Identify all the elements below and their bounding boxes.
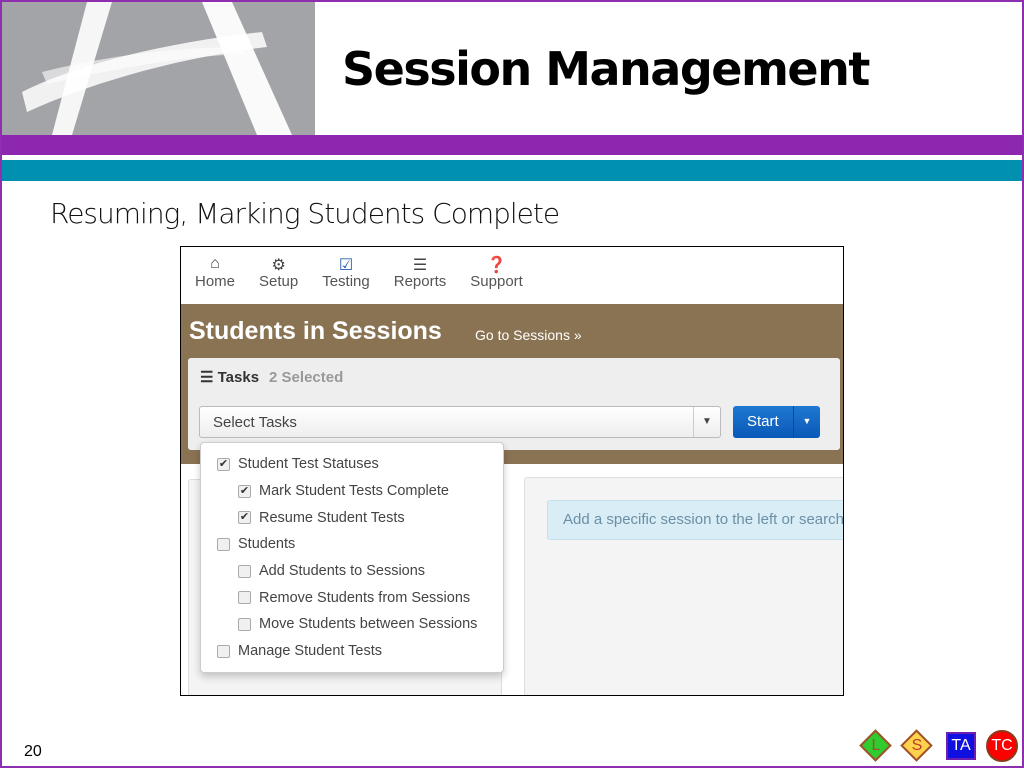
badge-label: TC (991, 737, 1013, 754)
badge-l: L (858, 728, 894, 764)
checkbox-icon[interactable] (217, 537, 230, 551)
badge-tc: TC (986, 730, 1018, 762)
page-heading: Students in Sessions (189, 317, 442, 345)
nav-label: Setup (259, 273, 299, 290)
select-placeholder: Select Tasks (213, 414, 297, 431)
checkbox-icon[interactable] (238, 591, 251, 605)
nav-label: Testing (322, 273, 370, 290)
checkbox-checked-icon[interactable]: ✔ (217, 457, 230, 471)
nav-testing[interactable]: ☑ Testing (322, 255, 370, 304)
task-option-label: Manage Student Tests (238, 643, 383, 660)
top-nav: ⌂ Home ⚙ Setup ☑ Testing ☰ Reports ❓ Support (181, 247, 843, 304)
task-option-label: Add Students to Sessions (259, 563, 426, 580)
info-message: Add a specific session to the left or se… (547, 500, 843, 540)
list-icon: ☰ (200, 369, 218, 386)
task-option-label: Move Students between Sessions (259, 616, 478, 633)
checkbox-icon[interactable] (238, 564, 251, 578)
app-screenshot: ⌂ Home ⚙ Setup ☑ Testing ☰ Reports ❓ Support … (180, 246, 844, 696)
task-option[interactable]: ✔ Resume Student Tests (201, 504, 503, 531)
home-icon: ⌂ (210, 255, 220, 272)
slide-subtitle: Resuming, Marking Students Complete (50, 197, 560, 230)
task-option-label: Students (238, 536, 296, 553)
checkbox-icon[interactable] (217, 644, 230, 658)
checkbox-checked-icon[interactable]: ✔ (238, 484, 251, 498)
nav-label: Reports (393, 273, 447, 290)
selected-count: 2 Selected (269, 369, 344, 386)
checkbox-icon[interactable] (238, 617, 251, 631)
task-option-label: Resume Student Tests (259, 509, 405, 526)
task-option[interactable]: ✔ Mark Student Tests Complete (201, 478, 503, 505)
question-icon: ❓ (486, 257, 507, 274)
nav-home[interactable]: ⌂ Home (195, 255, 235, 304)
task-option[interactable]: Manage Student Tests (201, 638, 503, 665)
tasks-label: Tasks (217, 369, 260, 386)
task-option-label: Remove Students from Sessions (259, 589, 471, 606)
page-number: 20 (24, 743, 42, 760)
task-option[interactable]: Students (201, 531, 503, 558)
tasks-panel: ☰ Tasks 2 Selected Select Tasks ▼ Start ▼ (188, 358, 840, 450)
gear-icon: ⚙ (271, 257, 286, 274)
tasks-header: ☰ Tasks 2 Selected (200, 368, 343, 386)
chevron-down-icon[interactable]: ▼ (793, 406, 820, 438)
right-pane: Add a specific session to the left or se… (524, 477, 843, 695)
start-label: Start (747, 413, 779, 430)
nav-label: Home (195, 273, 236, 290)
nav-support[interactable]: ❓ Support (470, 255, 523, 304)
start-button[interactable]: Start ▼ (733, 406, 820, 438)
list-icon: ☰ (412, 257, 428, 274)
nav-label: Support (470, 273, 523, 290)
nav-reports[interactable]: ☰ Reports (394, 255, 447, 304)
badge-label: TA (951, 737, 971, 754)
checkbox-icon: ☑ (338, 257, 354, 274)
task-option-label: Mark Student Tests Complete (259, 483, 449, 500)
task-option[interactable]: Add Students to Sessions (201, 558, 503, 585)
go-to-sessions-link[interactable]: Go to Sessions » (475, 327, 582, 343)
slide-title: Session Management (342, 42, 870, 96)
badge-label: L (871, 737, 881, 754)
nav-setup[interactable]: ⚙ Setup (259, 255, 298, 304)
logo (2, 2, 315, 135)
task-option[interactable]: Move Students between Sessions (201, 611, 503, 638)
task-option[interactable]: Remove Students from Sessions (201, 584, 503, 611)
teal-band (0, 160, 1024, 181)
badge-ta: TA (946, 732, 976, 760)
task-option[interactable]: ✔ Student Test Statuses (201, 451, 503, 478)
select-tasks-dropdown[interactable]: Select Tasks ▼ (199, 406, 721, 438)
chevron-down-icon[interactable]: ▼ (693, 407, 720, 437)
tasks-menu: ✔ Student Test Statuses ✔ Mark Student Test… (200, 442, 504, 673)
task-option-label: Student Test Statuses (238, 456, 379, 473)
purple-band (0, 135, 1024, 155)
checkbox-checked-icon[interactable]: ✔ (238, 511, 251, 525)
badge-s: S (899, 728, 935, 764)
badge-label: S (911, 737, 923, 754)
